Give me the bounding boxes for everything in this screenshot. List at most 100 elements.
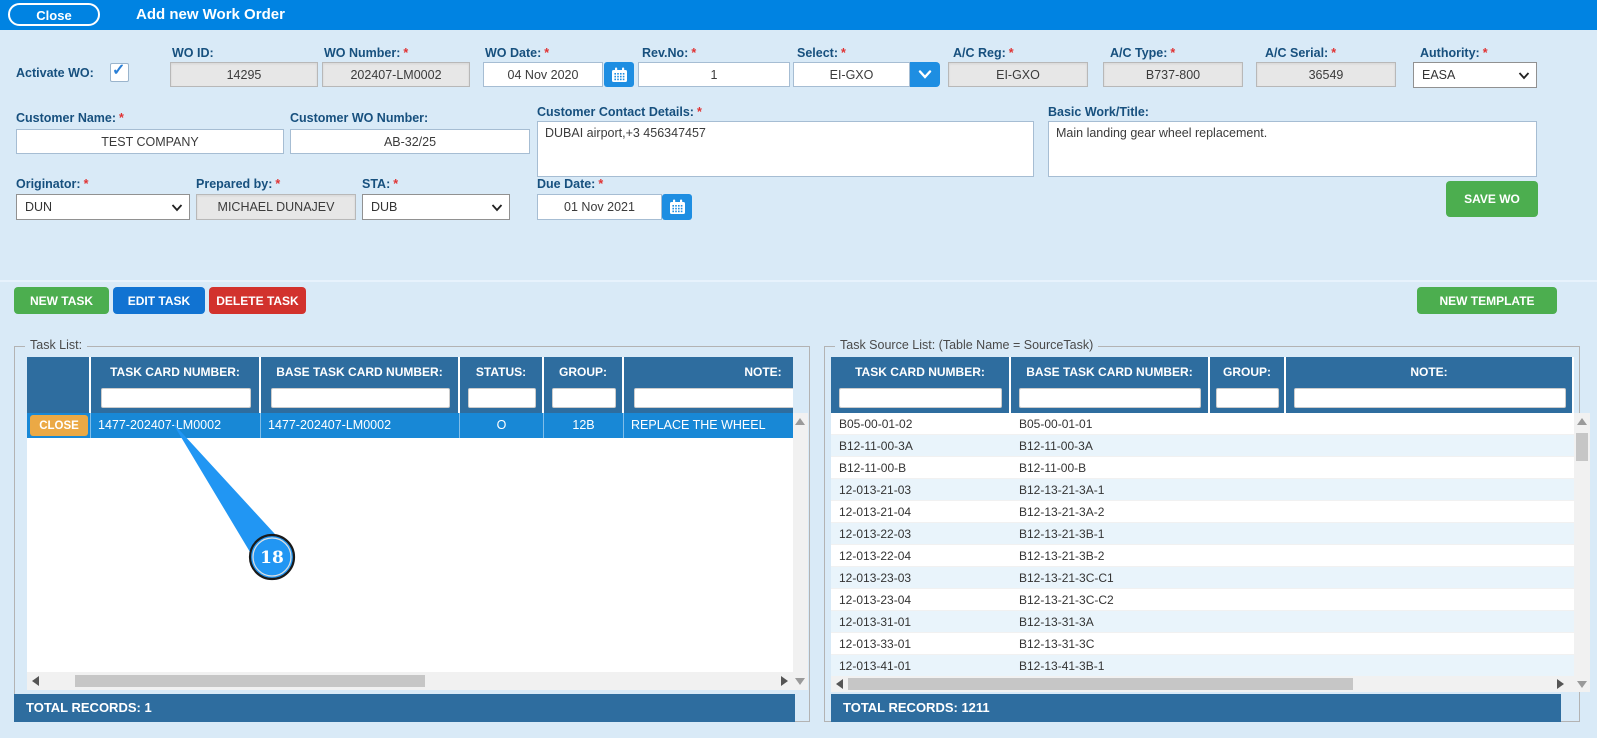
close-button[interactable]: Close: [8, 3, 100, 26]
edit-task-button[interactable]: EDIT TASK: [113, 287, 205, 314]
horizontal-scrollbar[interactable]: [27, 672, 793, 690]
delete-task-button[interactable]: DELETE TASK: [209, 287, 306, 314]
filter-input-group[interactable]: [552, 388, 616, 408]
filter-input-note[interactable]: [634, 388, 793, 408]
source-task-cell-card: 12-013-22-04: [839, 549, 912, 563]
source-task-row[interactable]: 12-013-23-03 B12-13-21-3C-C1: [831, 567, 1574, 589]
scroll-down-arrow[interactable]: [795, 678, 805, 685]
basic-work-title-field[interactable]: Main landing gear wheel replacement.: [1048, 121, 1537, 177]
customer-contact-label: Customer Contact Details: *: [537, 105, 702, 119]
authority-value: EASA: [1422, 68, 1456, 82]
scrollbar-thumb[interactable]: [848, 678, 1353, 690]
source-task-cell-note: [1286, 457, 1574, 478]
source-task-row[interactable]: 12-013-22-03 B12-13-21-3B-1: [831, 523, 1574, 545]
close-task-button[interactable]: CLOSE: [30, 415, 88, 436]
scroll-left-arrow[interactable]: [836, 679, 843, 689]
sta-value: DUB: [371, 200, 398, 214]
scroll-up-arrow[interactable]: [1577, 418, 1587, 425]
source-task-cell-group: [1210, 633, 1286, 654]
source-task-cell-note: [1286, 567, 1574, 588]
filter-input-base-task-card-number[interactable]: [271, 388, 450, 408]
activate-wo-checkbox[interactable]: ✓: [110, 62, 129, 82]
source-task-cell-group: [1210, 655, 1286, 676]
required-marker: *: [393, 177, 399, 191]
scrollbar-thumb[interactable]: [75, 675, 425, 687]
authority-select[interactable]: EASA: [1413, 62, 1537, 88]
new-task-button[interactable]: NEW TASK: [14, 287, 109, 314]
filter-input-group[interactable]: [1216, 388, 1279, 408]
required-marker: *: [696, 105, 702, 119]
originator-select[interactable]: DUN: [16, 194, 190, 220]
filter-input-status[interactable]: [468, 388, 536, 408]
source-task-cell-card: B05-00-01-02: [839, 417, 913, 431]
column-header-action: [27, 357, 91, 413]
due-date-field[interactable]: [537, 194, 662, 220]
vertical-scrollbar[interactable]: [1574, 413, 1590, 676]
ac-reg-field[interactable]: [948, 62, 1088, 87]
add-work-order-window: Close Add new Work Order Activate WO: ✓ …: [0, 0, 1597, 738]
source-task-row[interactable]: 12-013-41-01 B12-13-41-3B-1: [831, 655, 1574, 676]
scroll-right-arrow[interactable]: [781, 676, 788, 686]
source-task-cell-note: [1286, 413, 1574, 434]
source-task-row[interactable]: 12-013-22-04 B12-13-21-3B-2: [831, 545, 1574, 567]
scroll-down-arrow[interactable]: [1577, 681, 1587, 688]
ac-serial-field[interactable]: [1256, 62, 1396, 87]
new-template-button[interactable]: NEW TEMPLATE: [1417, 287, 1557, 314]
required-marker: *: [544, 46, 550, 60]
wo-number-field[interactable]: [322, 62, 470, 87]
calendar-icon: [611, 67, 627, 82]
chevron-down-icon: [171, 204, 183, 212]
task-row[interactable]: CLOSE 1477-202407-LM0002 1477-202407-LM0…: [27, 413, 793, 438]
wo-date-calendar-button[interactable]: [604, 62, 634, 87]
scroll-up-arrow[interactable]: [795, 418, 805, 425]
source-task-cell-group: [1210, 457, 1286, 478]
ac-type-field[interactable]: [1103, 62, 1243, 87]
source-task-row[interactable]: B05-00-01-02 B05-00-01-01: [831, 413, 1574, 435]
due-date-label: Due Date: *: [537, 177, 604, 191]
wo-id-label: WO ID:: [172, 46, 214, 60]
source-task-cell-base: B12-11-00-B: [1019, 461, 1087, 475]
filter-input-task-card-number[interactable]: [839, 388, 1002, 408]
scrollbar-thumb[interactable]: [1576, 433, 1588, 461]
filter-input-base-task-card-number[interactable]: [1019, 388, 1201, 408]
source-task-row[interactable]: B12-11-00-B B12-11-00-B: [831, 457, 1574, 479]
source-task-row[interactable]: 12-013-21-03 B12-13-21-3A-1: [831, 479, 1574, 501]
source-task-cell-note: [1286, 435, 1574, 456]
source-task-row[interactable]: 12-013-23-04 B12-13-21-3C-C2: [831, 589, 1574, 611]
task-row-action-cell: CLOSE: [27, 413, 91, 438]
horizontal-scrollbar[interactable]: [831, 676, 1574, 692]
save-wo-button[interactable]: SAVE WO: [1446, 181, 1538, 217]
source-task-cell-card: 12-013-31-01: [839, 615, 912, 629]
task-row-note-cell: REPLACE THE WHEEL: [624, 413, 793, 438]
vertical-scrollbar[interactable]: [793, 413, 808, 690]
source-task-cell-note: [1286, 545, 1574, 566]
task-list-legend: Task List:: [25, 338, 88, 352]
basic-work-title-label: Basic Work/Title:: [1048, 105, 1149, 119]
source-task-cell-card: 12-013-21-04: [839, 505, 912, 519]
task-row-status-cell: O: [460, 413, 544, 438]
select-aircraft-field[interactable]: [793, 62, 910, 87]
wo-id-field[interactable]: [170, 62, 318, 87]
filter-input-note[interactable]: [1294, 388, 1566, 408]
source-task-cell-note: [1286, 523, 1574, 544]
prepared-by-field[interactable]: [196, 194, 356, 220]
title-bar: Close Add new Work Order: [0, 0, 1597, 30]
sta-select[interactable]: DUB: [362, 194, 510, 220]
wo-date-field[interactable]: [483, 62, 603, 87]
authority-label: Authority: *: [1420, 46, 1488, 60]
source-task-row[interactable]: 12-013-31-01 B12-13-31-3A: [831, 611, 1574, 633]
customer-name-field[interactable]: [16, 129, 284, 154]
scroll-left-arrow[interactable]: [32, 676, 39, 686]
customer-wo-number-field[interactable]: [290, 129, 530, 154]
scrollbar-corner[interactable]: [1574, 676, 1590, 692]
customer-contact-field[interactable]: DUBAI airport,+3 456347457: [537, 121, 1034, 177]
select-dropdown-button[interactable]: [910, 62, 940, 87]
required-marker: *: [1008, 46, 1014, 60]
filter-input-task-card-number[interactable]: [101, 388, 251, 408]
scroll-right-arrow[interactable]: [1557, 679, 1564, 689]
source-task-row[interactable]: B12-11-00-3A B12-11-00-3A: [831, 435, 1574, 457]
source-task-row[interactable]: 12-013-33-01 B12-13-31-3C: [831, 633, 1574, 655]
due-date-calendar-button[interactable]: [662, 194, 692, 220]
source-task-row[interactable]: 12-013-21-04 B12-13-21-3A-2: [831, 501, 1574, 523]
rev-no-field[interactable]: [638, 62, 790, 87]
